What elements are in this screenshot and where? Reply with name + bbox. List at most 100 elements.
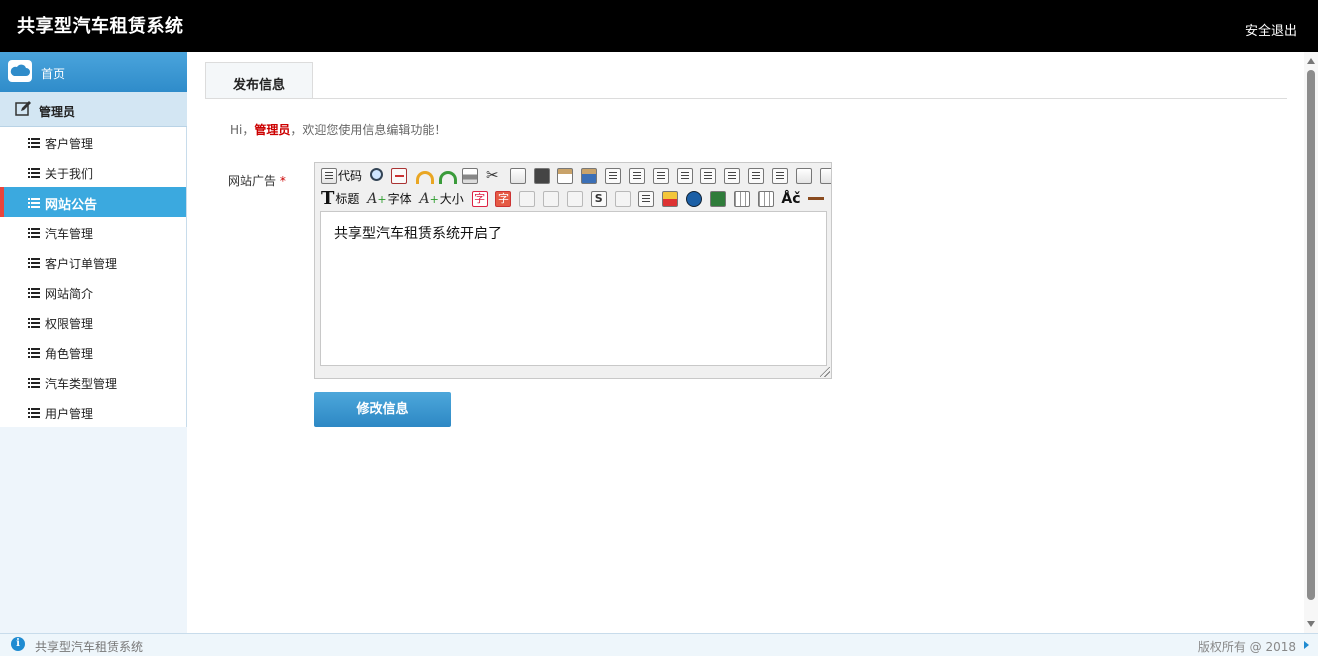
select-all-button[interactable]: [638, 189, 655, 209]
print-button[interactable]: [462, 166, 479, 186]
info-icon: i: [11, 637, 25, 651]
sidebar-item-roles[interactable]: 角色管理: [0, 337, 186, 367]
list-icon: [28, 227, 40, 238]
cut-button[interactable]: [486, 166, 502, 186]
italic-button[interactable]: [543, 189, 560, 209]
page-scrollbar[interactable]: [1304, 52, 1318, 633]
list-icon: [28, 287, 40, 298]
tab-label: 发布信息: [232, 78, 285, 93]
bg-color-button[interactable]: 字: [495, 189, 512, 209]
strikethrough-button[interactable]: S: [590, 189, 607, 209]
heading-button[interactable]: T标题: [321, 189, 359, 209]
sidebar-item-announcement[interactable]: 网站公告: [0, 187, 186, 217]
outdent-button[interactable]: [771, 166, 788, 186]
align-center-icon: [628, 168, 645, 184]
redo-button[interactable]: [438, 166, 458, 186]
sidebar-item-label: 网站公告: [45, 198, 98, 213]
fullscreen-icon: [390, 168, 407, 184]
paste-icon: [533, 168, 550, 184]
footer-copyright: 版权所有 @ 2018: [1197, 640, 1296, 654]
field-label-text: 网站广告: [228, 174, 277, 188]
insert-flash-button[interactable]: [686, 189, 703, 209]
update-info-button[interactable]: 修改信息: [314, 392, 451, 427]
text-direction-button[interactable]: [795, 166, 812, 186]
list-icon: [28, 317, 40, 328]
ordered-list-button[interactable]: [700, 166, 717, 186]
underline-button[interactable]: [566, 189, 583, 209]
cloud-icon: [8, 60, 32, 82]
align-center-button[interactable]: [628, 166, 645, 186]
tab-publish-info[interactable]: 发布信息: [205, 62, 313, 98]
align-right-button[interactable]: [652, 166, 669, 186]
image-icon: [662, 191, 679, 207]
insert-image-button[interactable]: [662, 189, 679, 209]
sidebar-item-car-types[interactable]: 汽车类型管理: [0, 367, 186, 397]
sidebar-item-cars[interactable]: 汽车管理: [0, 217, 186, 247]
subscript-button[interactable]: [819, 166, 831, 186]
paste-word-icon: [581, 168, 598, 184]
resize-handle-icon[interactable]: [820, 367, 830, 377]
sidebar-item-about[interactable]: 关于我们: [0, 157, 186, 187]
arrow-right-icon[interactable]: [1304, 641, 1309, 649]
paste-text-button[interactable]: [557, 166, 574, 186]
paste-button[interactable]: [533, 166, 550, 186]
text-color-button[interactable]: 字: [471, 189, 488, 209]
media-icon: [709, 191, 726, 207]
font-size-icon: A+: [419, 191, 439, 207]
indent-button[interactable]: [748, 166, 765, 186]
table-grid-icon: [757, 191, 774, 207]
sidebar-home[interactable]: 首页: [0, 52, 187, 92]
sidebar-item-users[interactable]: 用户管理: [0, 397, 186, 427]
justify-button[interactable]: [676, 166, 693, 186]
font-size-button[interactable]: A+大小: [419, 189, 463, 209]
rich-text-editor: 代码 T标题 A+字体 A+大小 字 字: [314, 162, 832, 379]
italic-icon: [543, 191, 560, 207]
sidebar-item-label: 客户管理: [45, 137, 94, 151]
preview-button[interactable]: [369, 166, 383, 186]
special-char-button[interactable]: Åč: [781, 189, 800, 209]
fullscreen-button[interactable]: [390, 166, 407, 186]
insert-media-button[interactable]: [709, 189, 726, 209]
insert-table-button[interactable]: [733, 189, 750, 209]
remove-format-button[interactable]: [614, 189, 631, 209]
logout-link[interactable]: 安全退出: [1245, 20, 1297, 39]
sidebar-home-label: 首页: [41, 67, 66, 81]
table-props-button[interactable]: [757, 189, 774, 209]
copy-button[interactable]: [509, 166, 526, 186]
unordered-list-button[interactable]: [724, 166, 741, 186]
unordered-list-icon: [724, 168, 741, 184]
sidebar-item-orders[interactable]: 客户订单管理: [0, 247, 186, 277]
horizontal-rule-button[interactable]: [808, 189, 825, 209]
sidebar-group-admin[interactable]: 管理员: [0, 92, 187, 127]
undo-button[interactable]: [415, 166, 434, 186]
text-box-icon: [795, 168, 812, 184]
sidebar-item-customer[interactable]: 客户管理: [0, 127, 186, 157]
align-left-button[interactable]: [605, 166, 622, 186]
scroll-down-arrow-icon[interactable]: [1307, 621, 1315, 627]
sidebar-item-label: 权限管理: [45, 317, 94, 331]
source-code-icon: [321, 168, 337, 184]
editor-content-area[interactable]: 共享型汽车租赁系统开启了: [320, 211, 827, 366]
scroll-thumb[interactable]: [1307, 70, 1315, 600]
source-code-button[interactable]: 代码: [321, 166, 362, 186]
undo-icon: [415, 168, 434, 184]
sidebar-item-intro[interactable]: 网站简介: [0, 277, 186, 307]
scroll-up-arrow-icon[interactable]: [1307, 58, 1315, 64]
indent-icon: [748, 168, 765, 184]
justify-icon: [676, 168, 693, 184]
font-family-button[interactable]: A+字体: [367, 189, 411, 209]
sidebar-item-permissions[interactable]: 权限管理: [0, 307, 186, 337]
bg-color-icon: 字: [495, 191, 512, 207]
sidebar-item-label: 汽车管理: [45, 227, 94, 241]
bold-button[interactable]: [519, 189, 536, 209]
font-family-label: 字体: [387, 192, 412, 206]
greeting-suffix: ，欢迎您使用信息编辑功能！: [290, 123, 447, 137]
edit-icon: [14, 100, 32, 118]
list-icon: [28, 347, 40, 358]
align-right-icon: [652, 168, 669, 184]
text-color-icon: 字: [471, 191, 488, 207]
editor-toolbar-row-1: 代码: [321, 166, 831, 188]
paste-word-button[interactable]: [581, 166, 598, 186]
main-content: 发布信息 Hi，管理员，欢迎您使用信息编辑功能！ 网站广告 * 代码 ✂ T标题…: [187, 52, 1304, 633]
strikethrough-icon: S: [590, 191, 607, 207]
